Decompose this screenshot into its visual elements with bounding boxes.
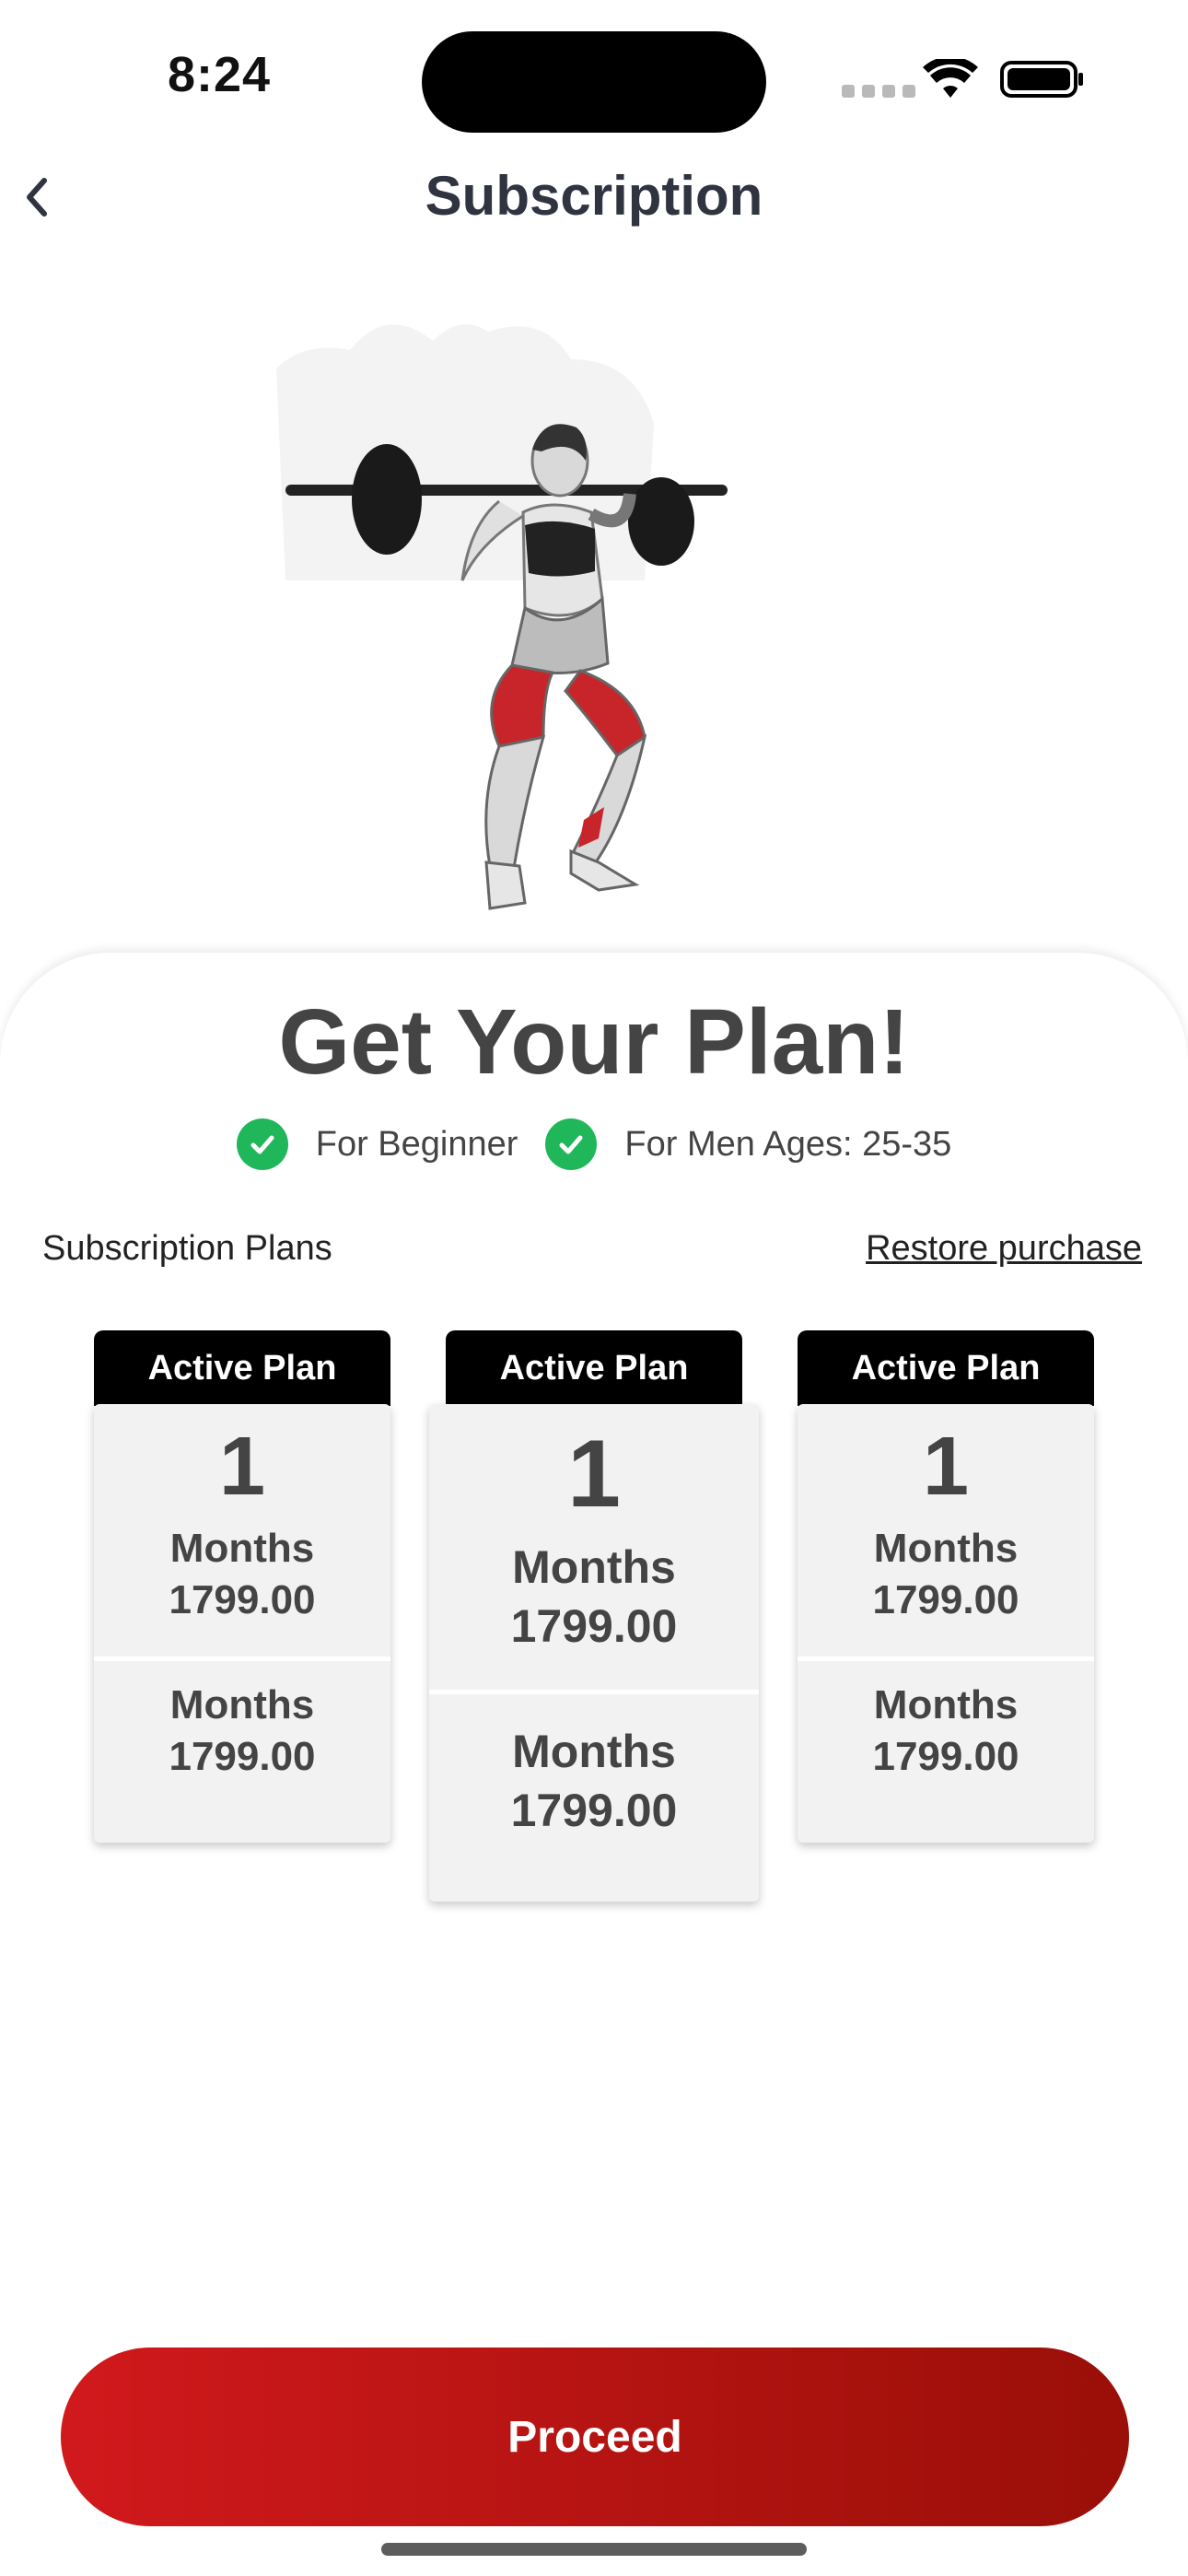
plan-option-1[interactable]: Active Plan 1 Months 1799.00 Months 1799… [94,1330,390,1846]
headline: Get Your Plan! [278,990,910,1094]
hero-image [276,324,728,910]
plan-tag: Active Plan [446,1330,742,1406]
plan-unit: Months [169,1682,315,1727]
restore-purchase-link[interactable]: Restore purchase [866,1229,1142,1269]
plan-price: 1799.00 [510,1785,678,1836]
plan-tag: Active Plan [94,1330,390,1406]
wifi-icon [923,59,978,98]
status-time: 8:24 [168,47,272,102]
cellular-signal-icon [842,85,915,98]
plan-price: 1799.00 [872,1577,1019,1622]
page-title: Subscription [425,165,763,227]
plan-secondary: Months 1799.00 [94,1682,390,1780]
plan-unit: Months [873,1526,1019,1571]
plan-price: 1799.00 [872,1734,1019,1779]
plan-primary: 1 Months 1799.00 [429,1404,759,1694]
badge-row: For Beginner For Men Ages: 25-35 [0,1118,1188,1170]
plan-count: 1 [922,1421,970,1513]
plan-price: 1799.00 [169,1577,316,1622]
battery-icon [1000,61,1083,98]
plan-unit: Months [169,1526,315,1571]
plan-unit: Months [512,1541,676,1593]
plan-body: 1 Months 1799.00 Months 1799.00 [429,1404,759,1902]
plan-unit: Months [873,1682,1019,1727]
plan-price: 1799.00 [510,1600,678,1652]
badge-age: For Men Ages: 25-35 [545,1118,951,1170]
check-circle-icon [545,1118,598,1170]
plan-body: 1 Months 1799.00 Months 1799.00 [798,1404,1094,1843]
plan-secondary: Months 1799.00 [429,1725,759,1837]
plan-unit: Months [512,1726,676,1777]
plan-count: 1 [218,1421,266,1513]
plan-option-3[interactable]: Active Plan 1 Months 1799.00 Months 1799… [798,1330,1094,1846]
plan-primary: 1 Months 1799.00 [94,1404,390,1661]
plan-primary: 1 Months 1799.00 [798,1404,1094,1661]
plan-secondary: Months 1799.00 [798,1682,1094,1780]
badge-beginner: For Beginner [236,1118,518,1170]
section-label: Subscription Plans [42,1229,332,1268]
proceed-button[interactable]: Proceed [61,2348,1129,2526]
plan-price: 1799.00 [169,1734,316,1779]
plan-tag: Active Plan [798,1330,1094,1406]
badge-label: For Men Ages: 25-35 [624,1124,952,1164]
home-indicator [381,2543,807,2556]
plan-count: 1 [567,1421,621,1528]
dynamic-island [422,31,766,133]
plan-body: 1 Months 1799.00 Months 1799.00 [94,1404,390,1843]
badge-label: For Beginner [315,1124,518,1164]
check-circle-icon [236,1118,288,1170]
plan-option-2[interactable]: Active Plan 1 Months 1799.00 Months 1799… [429,1330,759,1902]
